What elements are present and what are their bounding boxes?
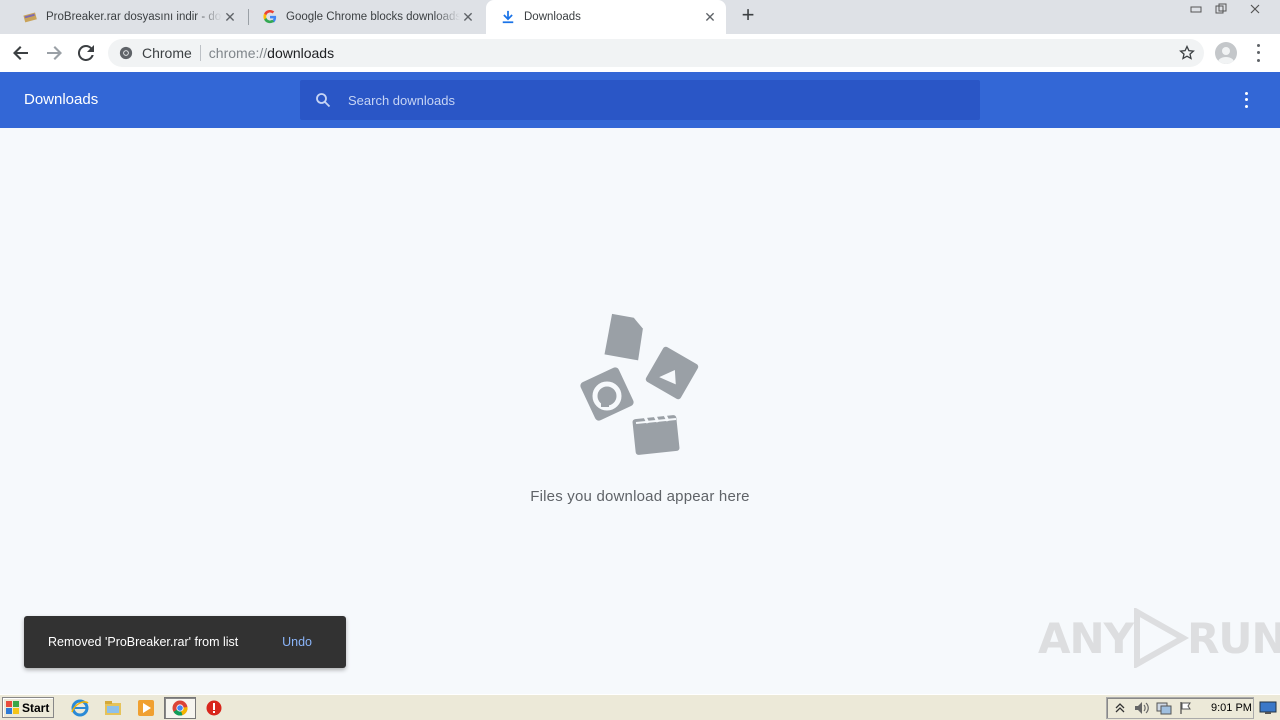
omnibox-divider: [199, 45, 201, 61]
back-arrow-icon: [13, 46, 28, 60]
tab-title: ProBreaker.rar dosyasını indir - downloa…: [46, 11, 222, 23]
reload-icon: [78, 45, 94, 61]
archive-icon: [22, 9, 38, 25]
toast-message: Removed 'ProBreaker.rar' from list: [48, 635, 239, 649]
google-g-icon: [262, 9, 278, 25]
search-icon: [313, 90, 333, 110]
undo-button[interactable]: Undo: [282, 635, 312, 649]
bookmark-star-icon[interactable]: [1178, 44, 1196, 62]
omnibox-url-prefix: chrome://: [208, 45, 268, 61]
back-button[interactable]: [8, 40, 34, 66]
start-label: Start: [22, 700, 50, 715]
chrome-taskbar-button[interactable]: [164, 697, 196, 719]
windows-taskbar: Start 9:01 PM: [0, 694, 1280, 720]
search-box[interactable]: [300, 80, 980, 120]
close-tab-icon[interactable]: ✕: [222, 9, 238, 25]
forward-arrow-icon: [47, 46, 62, 60]
downloads-header: Downloads: [0, 72, 1280, 128]
search-input[interactable]: [346, 91, 946, 109]
action-center-flag-icon[interactable]: [1177, 699, 1195, 717]
empty-downloads-illustration: [580, 313, 699, 455]
play-triangle-icon: [1134, 608, 1190, 668]
omnibox-url-host: downloads: [267, 45, 335, 61]
tab-downloads[interactable]: Downloads ✕: [486, 0, 726, 34]
page-title: Downloads: [24, 91, 99, 108]
browser-toolbar: Chrome chrome://downloads: [0, 34, 1280, 72]
close-tab-icon[interactable]: ✕: [460, 9, 476, 25]
internet-explorer-icon[interactable]: [70, 698, 90, 718]
watermark-text-right: RUN: [1187, 613, 1280, 663]
download-arrow-icon: [500, 9, 516, 25]
close-tab-icon[interactable]: ✕: [702, 9, 718, 25]
chrome-logo-icon: [118, 45, 134, 61]
show-desktop-icon[interactable]: [1258, 698, 1278, 718]
toast-notification: Removed 'ProBreaker.rar' from list Undo: [24, 616, 346, 668]
tab-title: Downloads: [524, 11, 581, 23]
profile-avatar-icon[interactable]: [1215, 42, 1237, 64]
show-hidden-icons-icon[interactable]: [1111, 699, 1129, 717]
empty-state-message: Files you download appear here: [530, 488, 750, 505]
chrome-icon: [172, 700, 188, 716]
more-actions-icon[interactable]: [1238, 90, 1254, 110]
tab-strip: ProBreaker.rar dosyasını indir - downloa…: [0, 0, 1280, 34]
tab-probreaker[interactable]: ProBreaker.rar dosyasını indir - downloa…: [8, 0, 246, 34]
tab-google-chrome-blocks[interactable]: Google Chrome blocks downloads - Google …: [248, 0, 484, 34]
document-icon: [604, 313, 643, 361]
close-window-button[interactable]: [1240, 0, 1270, 18]
omnibox-scheme-label: Chrome: [142, 45, 192, 61]
system-tray: 9:01 PM: [1106, 697, 1254, 719]
chrome-menu-icon[interactable]: [1250, 42, 1266, 64]
reload-button[interactable]: [73, 40, 99, 66]
anyrun-watermark: ANY RUN: [1038, 608, 1280, 668]
start-button[interactable]: Start: [2, 697, 54, 718]
new-tab-button[interactable]: +: [736, 4, 760, 28]
media-player-icon[interactable]: [136, 698, 156, 718]
restore-window-button[interactable]: [1208, 0, 1234, 18]
tab-title: Google Chrome blocks downloads - Google: [286, 11, 460, 23]
minimize-window-button[interactable]: [1183, 0, 1209, 18]
music-icon: [580, 367, 634, 421]
windows-flag-icon: [6, 700, 19, 714]
volume-icon[interactable]: [1133, 699, 1151, 717]
taskbar-clock[interactable]: 9:01 PM: [1211, 702, 1252, 714]
network-icon[interactable]: [1155, 699, 1173, 717]
file-explorer-icon[interactable]: [103, 698, 123, 718]
watermark-text-left: ANY: [1038, 613, 1134, 663]
forward-button[interactable]: [41, 40, 67, 66]
omnibox[interactable]: Chrome chrome://downloads: [108, 39, 1204, 67]
security-alert-icon[interactable]: [204, 698, 224, 718]
